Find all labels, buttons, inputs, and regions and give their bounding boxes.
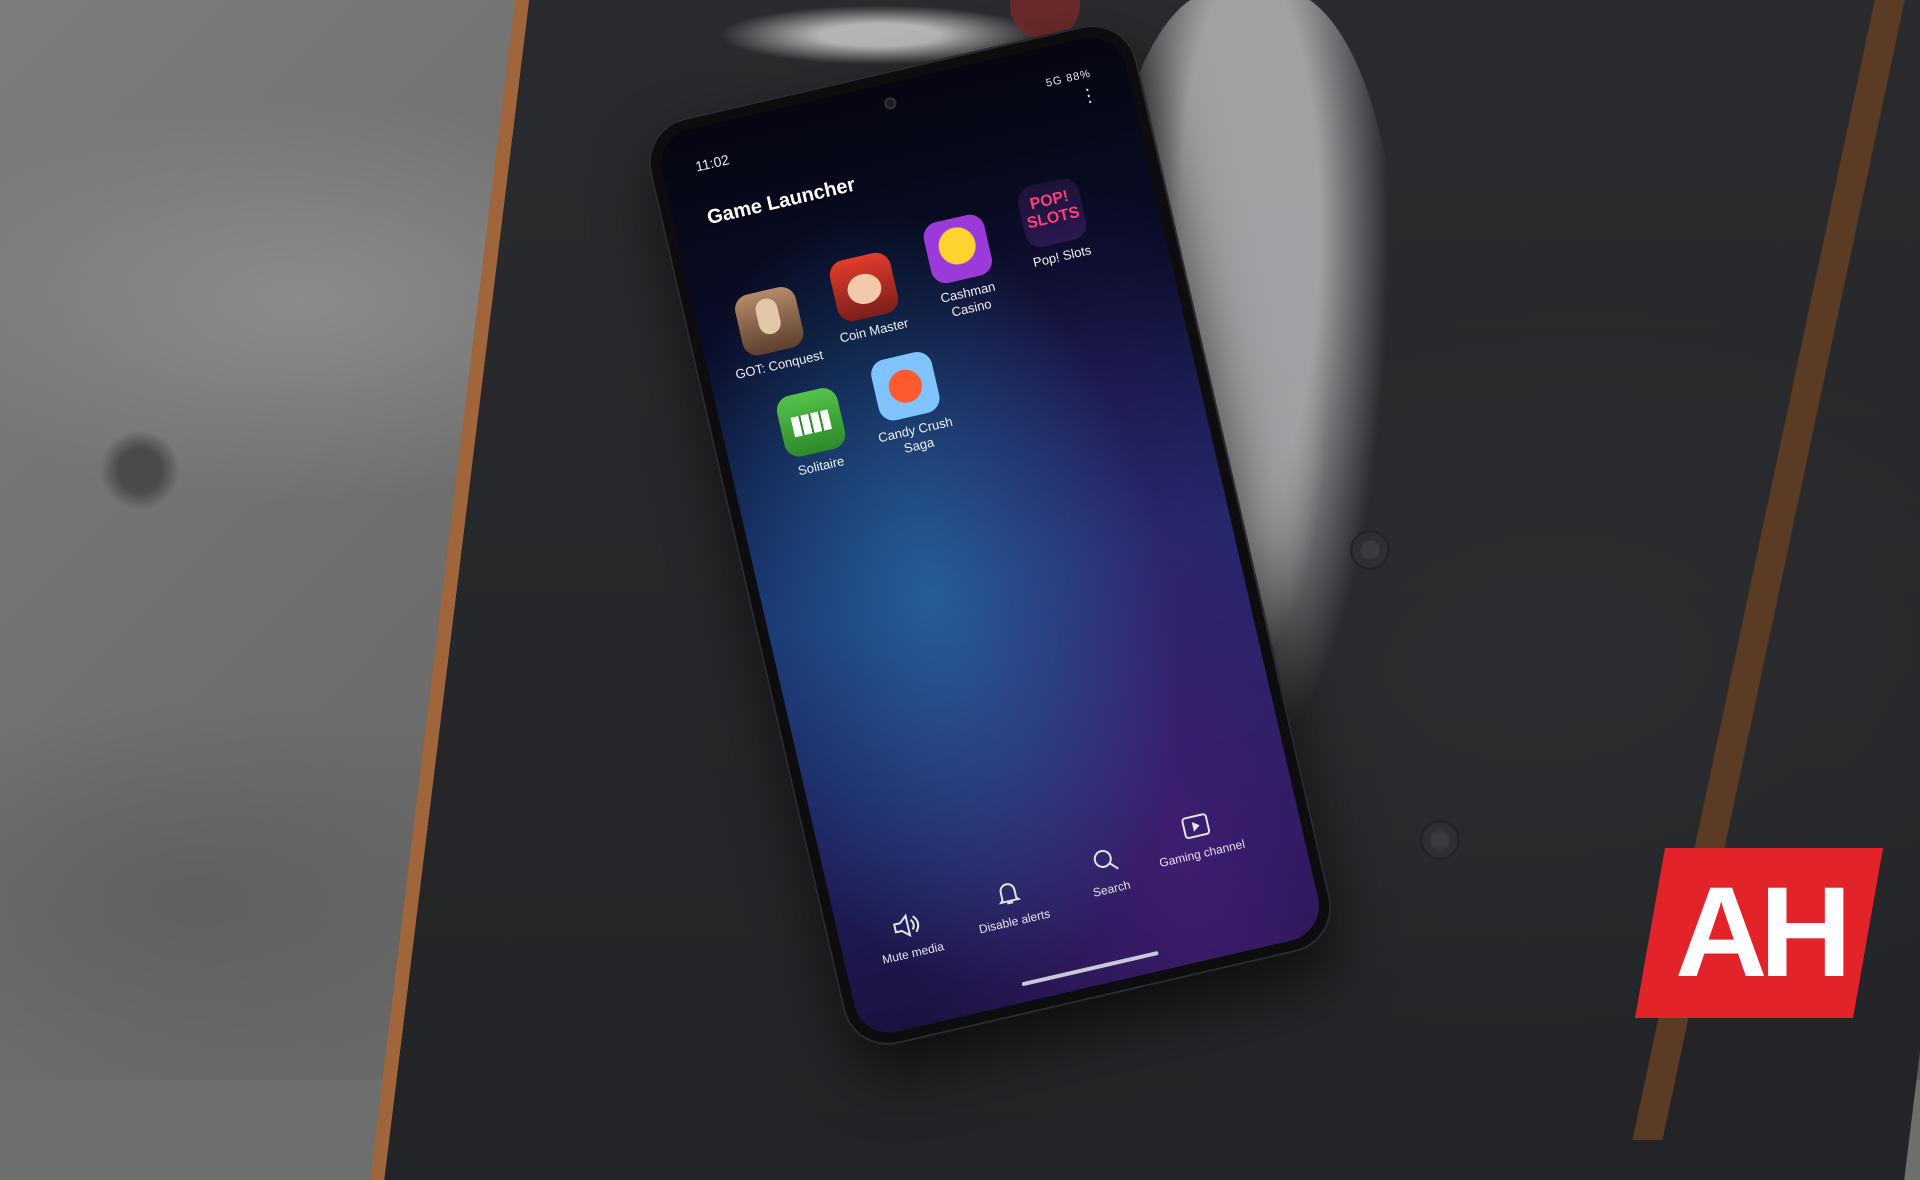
app-pop-slots[interactable]: POP! SLOTS Pop! Slots — [997, 172, 1111, 276]
coin-master-icon — [826, 249, 902, 325]
search-label: Search — [1091, 877, 1132, 900]
deck-bolt — [1420, 820, 1460, 860]
front-camera — [883, 96, 898, 111]
candy-crush-icon — [868, 349, 943, 424]
bell-icon — [998, 883, 1022, 905]
page-title: Game Launcher — [705, 173, 858, 230]
gaming-channel-button[interactable]: Gaming channel — [1139, 801, 1257, 873]
watermark-text: AH — [1674, 861, 1844, 1004]
deck-bolt — [1350, 530, 1390, 570]
app-label: Candy Crush Saga — [876, 413, 955, 456]
disable-alerts-label: Disable alerts — [977, 906, 1052, 937]
app-coin-master[interactable]: Coin Master — [809, 246, 923, 350]
speaker-icon — [892, 913, 920, 938]
app-label: Pop! Slots — [1031, 242, 1093, 271]
mute-media-button[interactable]: Mute media — [850, 901, 968, 973]
play-video-icon — [1181, 813, 1211, 840]
app-label: Cashman Casino — [939, 278, 997, 320]
app-cashman-casino[interactable]: Cashman Casino — [903, 208, 1021, 327]
app-label: Coin Master — [838, 315, 910, 346]
got-conquest-icon — [732, 284, 807, 359]
search-icon — [1093, 849, 1119, 870]
app-solitaire[interactable]: Solitaire — [756, 381, 870, 485]
cashman-casino-icon — [920, 211, 995, 287]
mute-media-label: Mute media — [880, 939, 946, 967]
gaming-channel-label: Gaming channel — [1157, 836, 1247, 871]
status-time: 11:02 — [693, 151, 731, 175]
app-label: Solitaire — [796, 453, 846, 479]
app-label: GOT: Conquest — [733, 347, 825, 382]
ah-watermark-logo: AH — [1635, 848, 1883, 1018]
solitaire-icon — [773, 385, 849, 460]
pop-slots-icon: POP! SLOTS — [1014, 175, 1090, 250]
app-got-conquest[interactable]: GOT: Conquest — [715, 280, 829, 384]
app-candy-crush[interactable]: Candy Crush Saga — [851, 345, 969, 464]
more-options-icon[interactable]: ⋮ — [1078, 84, 1100, 108]
